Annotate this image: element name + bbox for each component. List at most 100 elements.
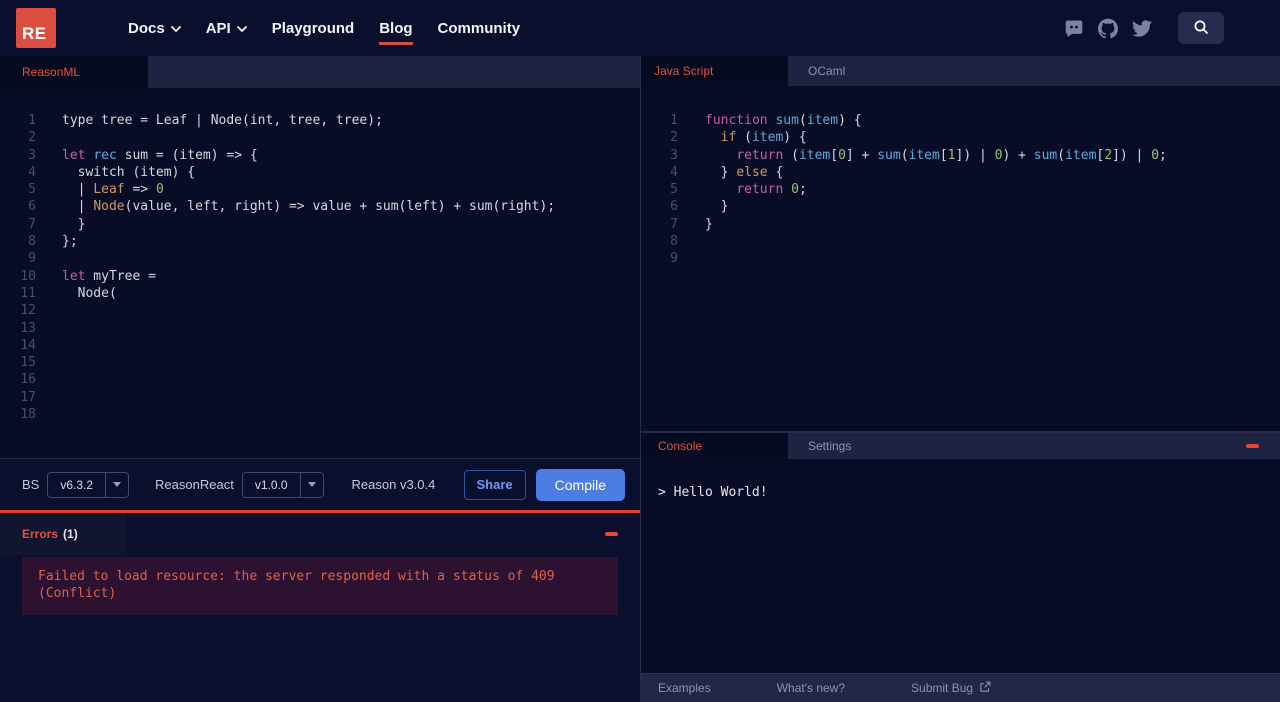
- playground-main: ReasonML 1 type tree = Leaf | Node(int, t…: [0, 56, 1280, 702]
- code-line: 5 return 0;: [641, 181, 1280, 198]
- bs-version-value: v6.3.2: [60, 477, 94, 492]
- line-number: 8: [670, 234, 678, 250]
- collapse-errors-icon[interactable]: [605, 532, 618, 536]
- code-line: 18: [0, 406, 640, 423]
- code-line: 6 }: [641, 198, 1280, 215]
- reason-logo[interactable]: RE: [16, 8, 56, 48]
- code-line: 1 function sum(item) {: [641, 112, 1280, 129]
- line-number: 9: [670, 251, 678, 267]
- code-line: 2: [0, 129, 640, 146]
- errors-count: (1): [63, 527, 78, 541]
- line-number: 11: [20, 285, 36, 301]
- code-line: 4 } else {: [641, 164, 1280, 181]
- reason-panel: ReasonML 1 type tree = Leaf | Node(int, t…: [0, 56, 640, 702]
- line-number: 2: [670, 130, 678, 146]
- nav-item-blog[interactable]: Blog: [379, 20, 413, 45]
- tab-console[interactable]: Console: [641, 433, 788, 459]
- line-number: 13: [20, 320, 36, 336]
- line-number: 3: [28, 147, 36, 163]
- code-line: 5 | Leaf => 0: [0, 181, 640, 198]
- code-line: 3 let rec sum = (item) => {: [0, 147, 640, 164]
- code-line: 15: [0, 354, 640, 371]
- errors-title: Errors: [22, 527, 59, 541]
- nav-items: Docs API Playground Blog Community: [128, 20, 521, 45]
- output-tabbar: Java Script OCaml: [641, 56, 1280, 86]
- reason-code-editor[interactable]: 1 type tree = Leaf | Node(int, tree, tree…: [0, 88, 640, 458]
- bs-version-dropdown[interactable]: v6.3.2: [47, 471, 130, 498]
- code-line: 9: [641, 250, 1280, 267]
- code-line: 10 let myTree =: [0, 268, 640, 285]
- tab-ocaml[interactable]: OCaml: [798, 56, 855, 86]
- line-number: 5: [28, 182, 36, 198]
- tab-javascript[interactable]: Java Script: [641, 56, 788, 86]
- line-number: 6: [28, 199, 36, 215]
- line-number: 4: [28, 164, 36, 180]
- chevron-down-icon: [170, 26, 181, 32]
- compiler-toolbar: BS v6.3.2 ReasonReact v1.0.0 Reason v3.0…: [0, 458, 640, 510]
- caret-down-icon: [105, 472, 128, 497]
- reasonml-playground: RE Docs API Playground Blog Community Re…: [0, 0, 1280, 702]
- whats-new-link[interactable]: What's new?: [777, 681, 845, 695]
- nav-item-docs[interactable]: Docs: [128, 20, 181, 37]
- code-line: 4 switch (item) {: [0, 164, 640, 181]
- nav-item-community[interactable]: Community: [438, 20, 521, 37]
- code-line: 6 | Node(value, left, right) => value + …: [0, 198, 640, 215]
- toolbar-buttons: Share Compile: [463, 468, 625, 501]
- code-line: 7}: [641, 216, 1280, 233]
- compile-button[interactable]: Compile: [535, 468, 625, 501]
- line-number: 7: [670, 216, 678, 232]
- bs-label: BS: [22, 477, 40, 492]
- code-line: 3 return (item[0] + sum(item[1]) | 0) + …: [641, 147, 1280, 164]
- code-line: 8: [641, 233, 1280, 250]
- output-panel: Java Script OCaml 1 function sum(item) {2…: [641, 56, 1280, 702]
- caret-down-icon: [299, 472, 323, 497]
- tab-reasonml[interactable]: ReasonML: [0, 56, 148, 88]
- line-number: 7: [28, 216, 36, 232]
- search-button[interactable]: [1178, 12, 1224, 44]
- nav-item-playground[interactable]: Playground: [272, 20, 355, 37]
- error-message: Failed to load resource: the server resp…: [22, 557, 618, 615]
- logo-text: RE: [22, 24, 47, 43]
- reasonreact-version-dropdown[interactable]: v1.0.0: [241, 471, 324, 498]
- line-number: 6: [670, 199, 678, 215]
- bottom-links-bar: Examples What's new? Submit Bug: [641, 673, 1280, 702]
- code-line: 11 Node(: [0, 285, 640, 302]
- console-tabbar: Console Settings: [641, 431, 1280, 459]
- examples-link[interactable]: Examples: [658, 681, 711, 695]
- twitter-icon[interactable]: [1132, 18, 1152, 38]
- tab-settings[interactable]: Settings: [798, 433, 861, 459]
- github-icon[interactable]: [1098, 18, 1118, 38]
- errors-section: Errors (1) Failed to load resource: the …: [0, 510, 640, 702]
- code-line: 8};: [0, 233, 640, 250]
- code-line: 9: [0, 250, 640, 267]
- search-icon: [1192, 18, 1210, 39]
- console-log-line: > Hello World!: [658, 485, 768, 500]
- code-line: 13: [0, 320, 640, 337]
- code-line: 1 type tree = Leaf | Node(int, tree, tree…: [0, 112, 640, 129]
- top-nav: RE Docs API Playground Blog Community: [0, 0, 1280, 56]
- line-number: 16: [20, 372, 36, 388]
- code-line: 16: [0, 371, 640, 388]
- line-number: 14: [20, 337, 36, 353]
- line-number: 3: [670, 147, 678, 163]
- code-line: 2 if (item) {: [641, 129, 1280, 146]
- line-number: 5: [670, 182, 678, 198]
- share-button[interactable]: Share: [463, 469, 526, 500]
- external-link-icon: [979, 681, 991, 696]
- line-number: 12: [20, 303, 36, 319]
- code-line: 17: [0, 389, 640, 406]
- chevron-down-icon: [236, 26, 247, 32]
- collapse-console-icon[interactable]: [1246, 444, 1259, 448]
- line-number: 1: [28, 113, 36, 128]
- nav-item-api[interactable]: API: [206, 20, 247, 37]
- code-line: 7 }: [0, 216, 640, 233]
- js-output-editor: 1 function sum(item) {2 if (item) {3 retu…: [641, 86, 1280, 431]
- line-number: 8: [28, 234, 36, 250]
- submit-bug-link[interactable]: Submit Bug: [911, 681, 991, 696]
- line-number: 18: [20, 407, 36, 423]
- code-line: 14: [0, 337, 640, 354]
- reasonreact-version-value: v1.0.0: [254, 477, 288, 492]
- errors-header: Errors (1): [0, 513, 640, 555]
- code-line: 12: [0, 302, 640, 319]
- discord-icon[interactable]: [1064, 18, 1084, 38]
